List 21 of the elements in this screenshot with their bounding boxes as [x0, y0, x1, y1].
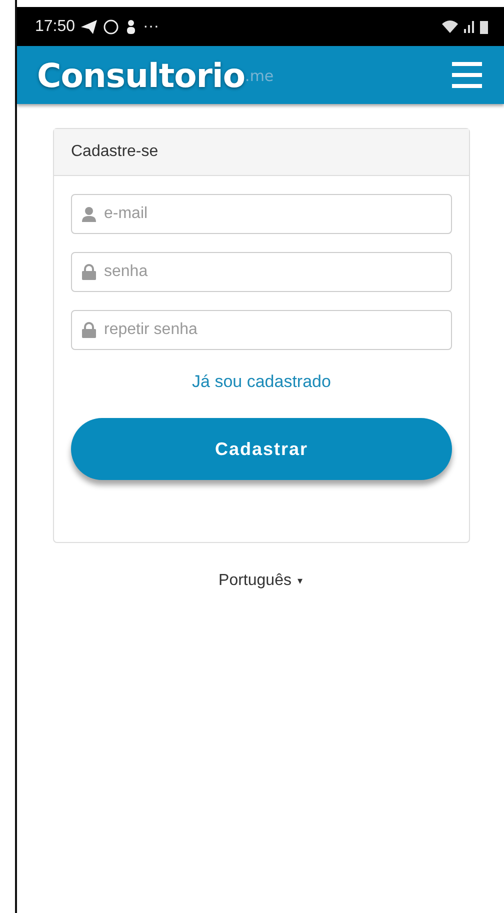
wifi-icon: [442, 20, 458, 33]
figure-icon: [125, 19, 138, 34]
register-button[interactable]: Cadastrar: [71, 418, 452, 480]
logo: Consultorio: [37, 56, 246, 94]
send-icon: [81, 20, 98, 34]
lock-icon: [81, 264, 97, 280]
input-field[interactable]: repetir senha: [71, 310, 452, 350]
status-time: 17:50: [35, 18, 76, 36]
lock-icon: [81, 322, 97, 338]
login-link[interactable]: Já sou cadastrado: [192, 372, 331, 392]
logo-suffix: .me: [245, 66, 274, 84]
more-indicator: ···: [143, 18, 160, 36]
input-field[interactable]: senha: [71, 252, 452, 292]
signal-icon: [464, 20, 474, 32]
menu-icon[interactable]: [452, 62, 482, 88]
chat-icon: [103, 18, 120, 34]
input-field[interactable]: e-mail: [71, 194, 452, 234]
user-icon: [81, 206, 97, 222]
battery-icon: [480, 20, 488, 34]
language-selector[interactable]: Português ▾: [212, 571, 308, 591]
card-title: Cadastre-se: [71, 143, 158, 161]
